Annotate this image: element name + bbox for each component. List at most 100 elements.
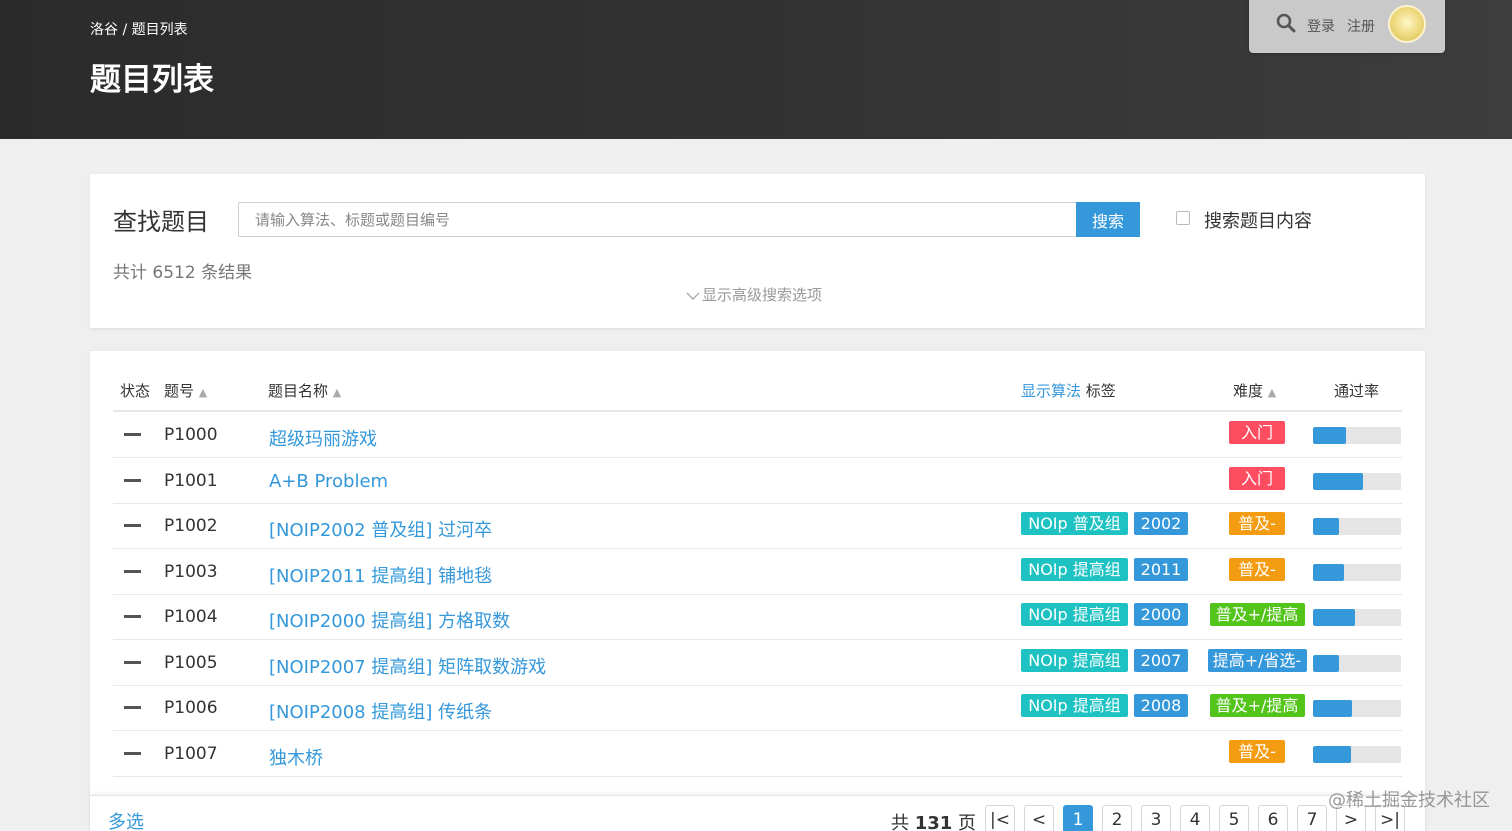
status-dash-icon xyxy=(124,478,141,482)
problem-title-link[interactable]: [NOIP2011 提高组] 铺地毯 xyxy=(269,562,492,588)
page-button-1[interactable]: 1 xyxy=(1063,805,1093,831)
status-dash-icon xyxy=(124,569,141,573)
table-row[interactable]: P1006 [NOIP2008 提高组] 传纸条 NOIp 提高组 2008 普及+/提… xyxy=(113,685,1402,731)
show-algorithm-link[interactable]: 显示算法 xyxy=(1021,382,1081,400)
avatar[interactable] xyxy=(1388,5,1426,43)
status-dash-icon xyxy=(124,660,141,664)
column-pid[interactable]: 题号 ▲︎ xyxy=(164,380,207,401)
advanced-search-toggle[interactable]: 显示高级搜索选项 xyxy=(686,284,822,305)
difficulty-badge: 普及- xyxy=(1229,557,1285,581)
status-dash-icon xyxy=(124,433,141,436)
page-button-6[interactable]: 6 xyxy=(1258,805,1288,831)
problem-id: P1007 xyxy=(164,743,218,764)
page-button-5[interactable]: 5 xyxy=(1219,805,1249,831)
status-dash-icon xyxy=(124,524,141,527)
pass-rate-fill xyxy=(1313,563,1344,581)
pass-rate-bar xyxy=(1313,427,1401,444)
pass-rate-fill xyxy=(1313,654,1339,672)
page-button-7[interactable]: 7 xyxy=(1297,805,1327,831)
table-row[interactable]: P1004 [NOIP2000 提高组] 方格取数 NOIp 提高组 2000 普及+/… xyxy=(113,594,1402,640)
year-tag[interactable]: 2000 xyxy=(1134,603,1188,626)
status-dash-icon xyxy=(124,706,141,709)
page-title: 题目列表 xyxy=(90,62,214,98)
table-row[interactable]: P1007 独木桥 普及- xyxy=(113,731,1402,777)
sort-icon: ▲︎ xyxy=(332,386,342,399)
column-name[interactable]: 题目名称 ▲︎ xyxy=(268,380,341,401)
table-row[interactable]: P1001 A+B Problem 入门 xyxy=(113,458,1402,504)
contest-tag[interactable]: NOIp 提高组 xyxy=(1021,603,1128,626)
search-content-label[interactable]: 搜索题目内容 xyxy=(1204,207,1312,233)
result-count: 共计 6512 条结果 xyxy=(113,263,253,283)
year-tag[interactable]: 2008 xyxy=(1134,694,1188,717)
breadcrumb[interactable]: 洛谷 / 题目列表 xyxy=(90,19,188,39)
column-tags: 显示算法 标签 xyxy=(1021,380,1116,401)
search-button[interactable]: 搜索 xyxy=(1076,202,1140,237)
pass-rate-fill xyxy=(1313,472,1364,490)
prev-page-button[interactable]: < xyxy=(1024,805,1054,831)
difficulty-badge: 普及- xyxy=(1229,739,1285,763)
chevron-down-icon xyxy=(686,292,700,300)
problem-id: P1005 xyxy=(164,652,218,673)
search-icon[interactable] xyxy=(1276,13,1296,33)
sort-icon: ▲︎ xyxy=(198,386,208,399)
page-button-4[interactable]: 4 xyxy=(1180,805,1210,831)
problem-title-link[interactable]: 超级玛丽游戏 xyxy=(269,425,377,451)
total-pages: 共 131 页 xyxy=(891,809,976,831)
pass-rate-fill xyxy=(1313,518,1339,535)
total-suffix: 页 xyxy=(958,813,977,831)
contest-tag[interactable]: NOIp 提高组 xyxy=(1021,648,1128,672)
problem-title-link[interactable]: [NOIP2008 提高组] 传纸条 xyxy=(269,698,492,724)
contest-tag[interactable]: NOIp 普及组 xyxy=(1021,512,1128,535)
problem-title-link[interactable]: 独木桥 xyxy=(269,744,323,770)
difficulty-badge: 普及+/提高 xyxy=(1209,694,1305,717)
search-input[interactable] xyxy=(238,202,1076,237)
sort-icon: ▲︎ xyxy=(1267,386,1277,399)
pass-rate-fill xyxy=(1313,427,1347,444)
difficulty-badge: 普及+/提高 xyxy=(1209,603,1305,626)
table-row[interactable]: P1000 超级玛丽游戏 入门 xyxy=(113,412,1402,458)
search-content-checkbox[interactable] xyxy=(1176,211,1190,225)
problem-id: P1006 xyxy=(164,698,218,718)
login-link[interactable]: 登录 xyxy=(1307,16,1335,36)
pass-rate-bar xyxy=(1313,609,1401,626)
column-status: 状态 xyxy=(120,382,151,400)
first-page-button[interactable]: |< xyxy=(985,805,1015,831)
pass-rate-bar xyxy=(1313,745,1401,763)
page-button-2[interactable]: 2 xyxy=(1102,805,1132,831)
column-pass-rate: 通过率 xyxy=(1334,382,1380,400)
search-title: 查找题目 xyxy=(113,208,209,236)
user-panel: 登录 注册 xyxy=(1249,0,1445,53)
problem-title-link[interactable]: [NOIP2007 提高组] 矩阵取数游戏 xyxy=(269,653,546,679)
problem-id: P1002 xyxy=(164,516,218,536)
problem-id: P1003 xyxy=(164,561,218,582)
pass-rate-bar xyxy=(1313,472,1401,490)
problem-title-link[interactable]: A+B Problem xyxy=(269,471,388,492)
column-pid-label: 题号 xyxy=(164,382,195,400)
column-difficulty-label: 难度 xyxy=(1233,382,1264,400)
contest-tag[interactable]: NOIp 提高组 xyxy=(1021,557,1128,581)
year-tag[interactable]: 2002 xyxy=(1134,512,1188,535)
problem-title-link[interactable]: [NOIP2000 提高组] 方格取数 xyxy=(269,607,510,633)
pass-rate-fill xyxy=(1313,609,1356,626)
contest-tag[interactable]: NOIp 提高组 xyxy=(1021,694,1128,717)
pagination-bar: 多选 共 131 页 |< < 1 2 3 4 5 6 7 > >| xyxy=(90,795,1425,831)
multi-select-button[interactable]: 多选 xyxy=(108,808,144,831)
table-row[interactable]: P1005 [NOIP2007 提高组] 矩阵取数游戏 NOIp 提高组 2007 提高… xyxy=(113,640,1402,686)
pass-rate-bar xyxy=(1313,563,1401,581)
difficulty-badge: 普及- xyxy=(1229,512,1285,535)
table-row[interactable]: P1002 [NOIP2002 普及组] 过河卒 NOIp 普及组 2002 普及- xyxy=(113,503,1402,549)
register-link[interactable]: 注册 xyxy=(1347,16,1375,36)
search-panel: 查找题目 搜索 搜索题目内容 共计 6512 条结果 显示高级搜索选项 xyxy=(90,174,1425,328)
page-header: 洛谷 / 题目列表 题目列表 登录 注册 xyxy=(0,0,1512,139)
difficulty-badge: 入门 xyxy=(1229,421,1285,444)
year-tag[interactable]: 2011 xyxy=(1134,557,1188,581)
column-tags-label: 标签 xyxy=(1085,382,1116,400)
problem-title-link[interactable]: [NOIP2002 普及组] 过河卒 xyxy=(269,516,492,542)
watermark: @稀土掘金技术社区 xyxy=(1328,790,1490,811)
table-row[interactable]: P1003 [NOIP2011 提高组] 铺地毯 NOIp 提高组 2011 普及- xyxy=(113,549,1402,595)
year-tag[interactable]: 2007 xyxy=(1134,648,1188,672)
problem-id: P1004 xyxy=(164,607,218,627)
pass-rate-bar xyxy=(1313,654,1401,672)
column-difficulty[interactable]: 难度 ▲︎ xyxy=(1233,380,1276,401)
page-button-3[interactable]: 3 xyxy=(1141,805,1171,831)
